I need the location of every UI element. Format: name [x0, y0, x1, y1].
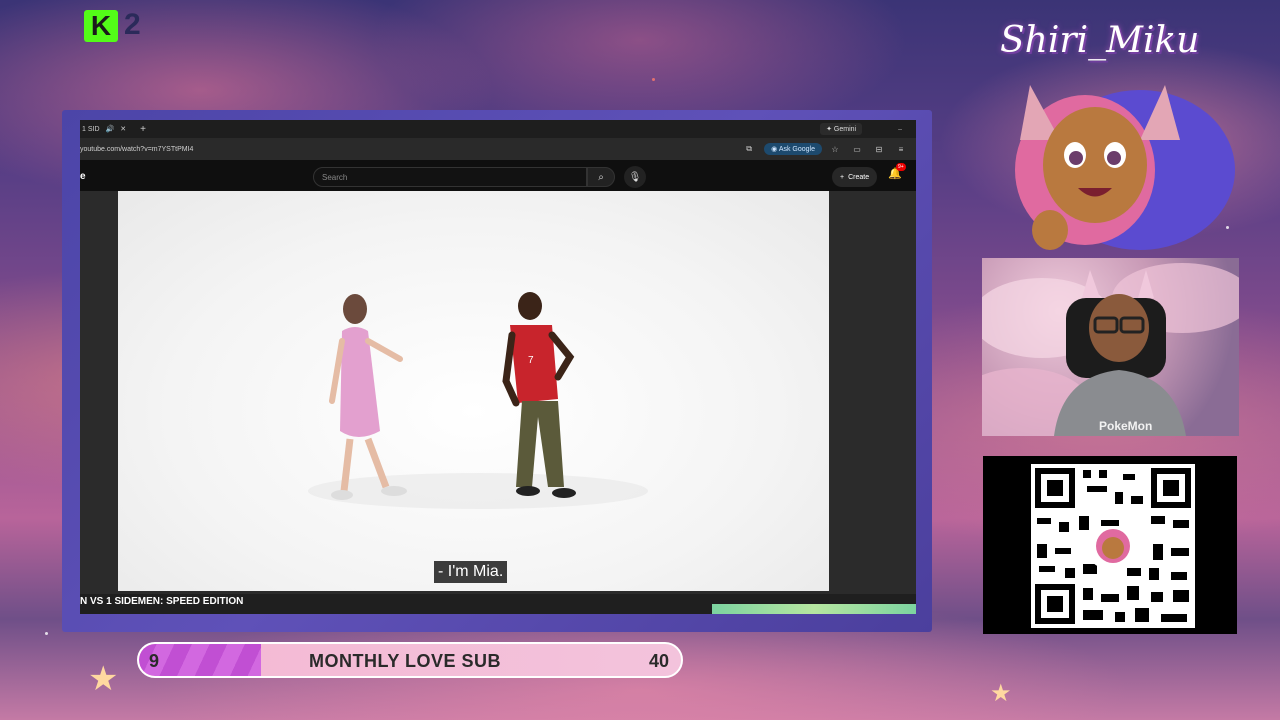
streamer-avatar	[1015, 85, 1235, 250]
ask-google-button[interactable]: ◉ Ask Google	[764, 143, 822, 155]
shirt-text: PokeMon	[1099, 419, 1152, 433]
sidebar-icon[interactable]: ▭	[850, 145, 864, 154]
woman-figure	[329, 294, 407, 500]
tab-search-icon[interactable]: ⊟	[872, 145, 886, 154]
goal-label: MONTHLY LOVE SUB	[309, 651, 502, 671]
bookmark-star-icon[interactable]: ☆	[828, 145, 842, 154]
microphone-icon[interactable]: 🎙	[624, 166, 646, 188]
create-button[interactable]: + Create	[832, 167, 878, 187]
gemini-button[interactable]: ✦ Gemini	[820, 123, 863, 135]
thumbnail-strip[interactable]	[712, 604, 916, 614]
video-player[interactable]: 7 - I'm Mia.	[80, 191, 916, 594]
svg-text:7: 7	[528, 355, 534, 366]
man-figure: 7	[502, 292, 576, 498]
browser-tab[interactable]: 1 SID 🔊 ✕	[82, 125, 126, 134]
url-field[interactable]: youtube.com/watch?v=m7YSTtPMI4	[80, 146, 742, 153]
video-title[interactable]: N VS 1 SIDEMEN: SPEED EDITION	[80, 596, 243, 607]
kick-logo-icon: K	[84, 10, 118, 42]
cast-icon[interactable]: ⧉	[742, 144, 756, 154]
qr-code-panel	[983, 456, 1237, 634]
sparkle	[45, 632, 48, 635]
star-decoration: ★	[990, 680, 1012, 707]
browser-window: 1 SID 🔊 ✕ + ✦ Gemini – youtube.com/watch…	[80, 120, 916, 614]
speaker-icon[interactable]: 🔊	[106, 125, 115, 133]
tab-bar: 1 SID 🔊 ✕ + ✦ Gemini –	[80, 120, 916, 138]
create-label: Create	[848, 173, 870, 181]
goal-current-count: 9	[149, 651, 160, 671]
sparkle	[652, 78, 655, 81]
address-bar: youtube.com/watch?v=m7YSTtPMI4 ⧉ ◉ Ask G…	[80, 138, 916, 160]
plus-icon: +	[840, 173, 845, 181]
youtube-logo[interactable]: e	[80, 171, 120, 182]
notifications-badge: 9+	[896, 163, 906, 171]
gemini-label: Gemini	[833, 126, 857, 133]
qr-code[interactable]	[1031, 464, 1195, 628]
corner-number: 2	[124, 8, 141, 41]
ask-google-label: Ask Google	[778, 146, 815, 153]
search-icon[interactable]: ⌕	[587, 167, 615, 187]
goal-target-count: 40	[648, 651, 669, 671]
webcam-feed: PokeMon	[982, 258, 1239, 436]
new-tab-icon[interactable]: +	[140, 124, 146, 135]
youtube-header: e Search ⌕ 🎙 + Create 🔔 9+	[80, 160, 916, 192]
webcam-scene: PokeMon	[982, 263, 1239, 436]
tab-title: 1 SID	[82, 125, 100, 133]
caption-text: - I'm Mia.	[434, 561, 508, 583]
video-scene: 7	[308, 292, 648, 509]
google-lens-icon: ◉	[771, 146, 778, 153]
qr-code-image	[1035, 468, 1191, 624]
minimize-icon[interactable]: –	[898, 126, 902, 133]
extensions-icon[interactable]: ≡	[894, 145, 908, 154]
streamer-name: Shiri_Miku	[1000, 20, 1200, 61]
video-frame[interactable]: 7 - I'm Mia.	[118, 191, 829, 591]
sub-goal-bar: 9 MONTHLY LOVE SUB 40	[137, 642, 683, 678]
star-decoration: ★	[88, 660, 119, 698]
search-input[interactable]: Search	[313, 167, 587, 187]
close-tab-icon[interactable]: ✕	[120, 125, 126, 133]
